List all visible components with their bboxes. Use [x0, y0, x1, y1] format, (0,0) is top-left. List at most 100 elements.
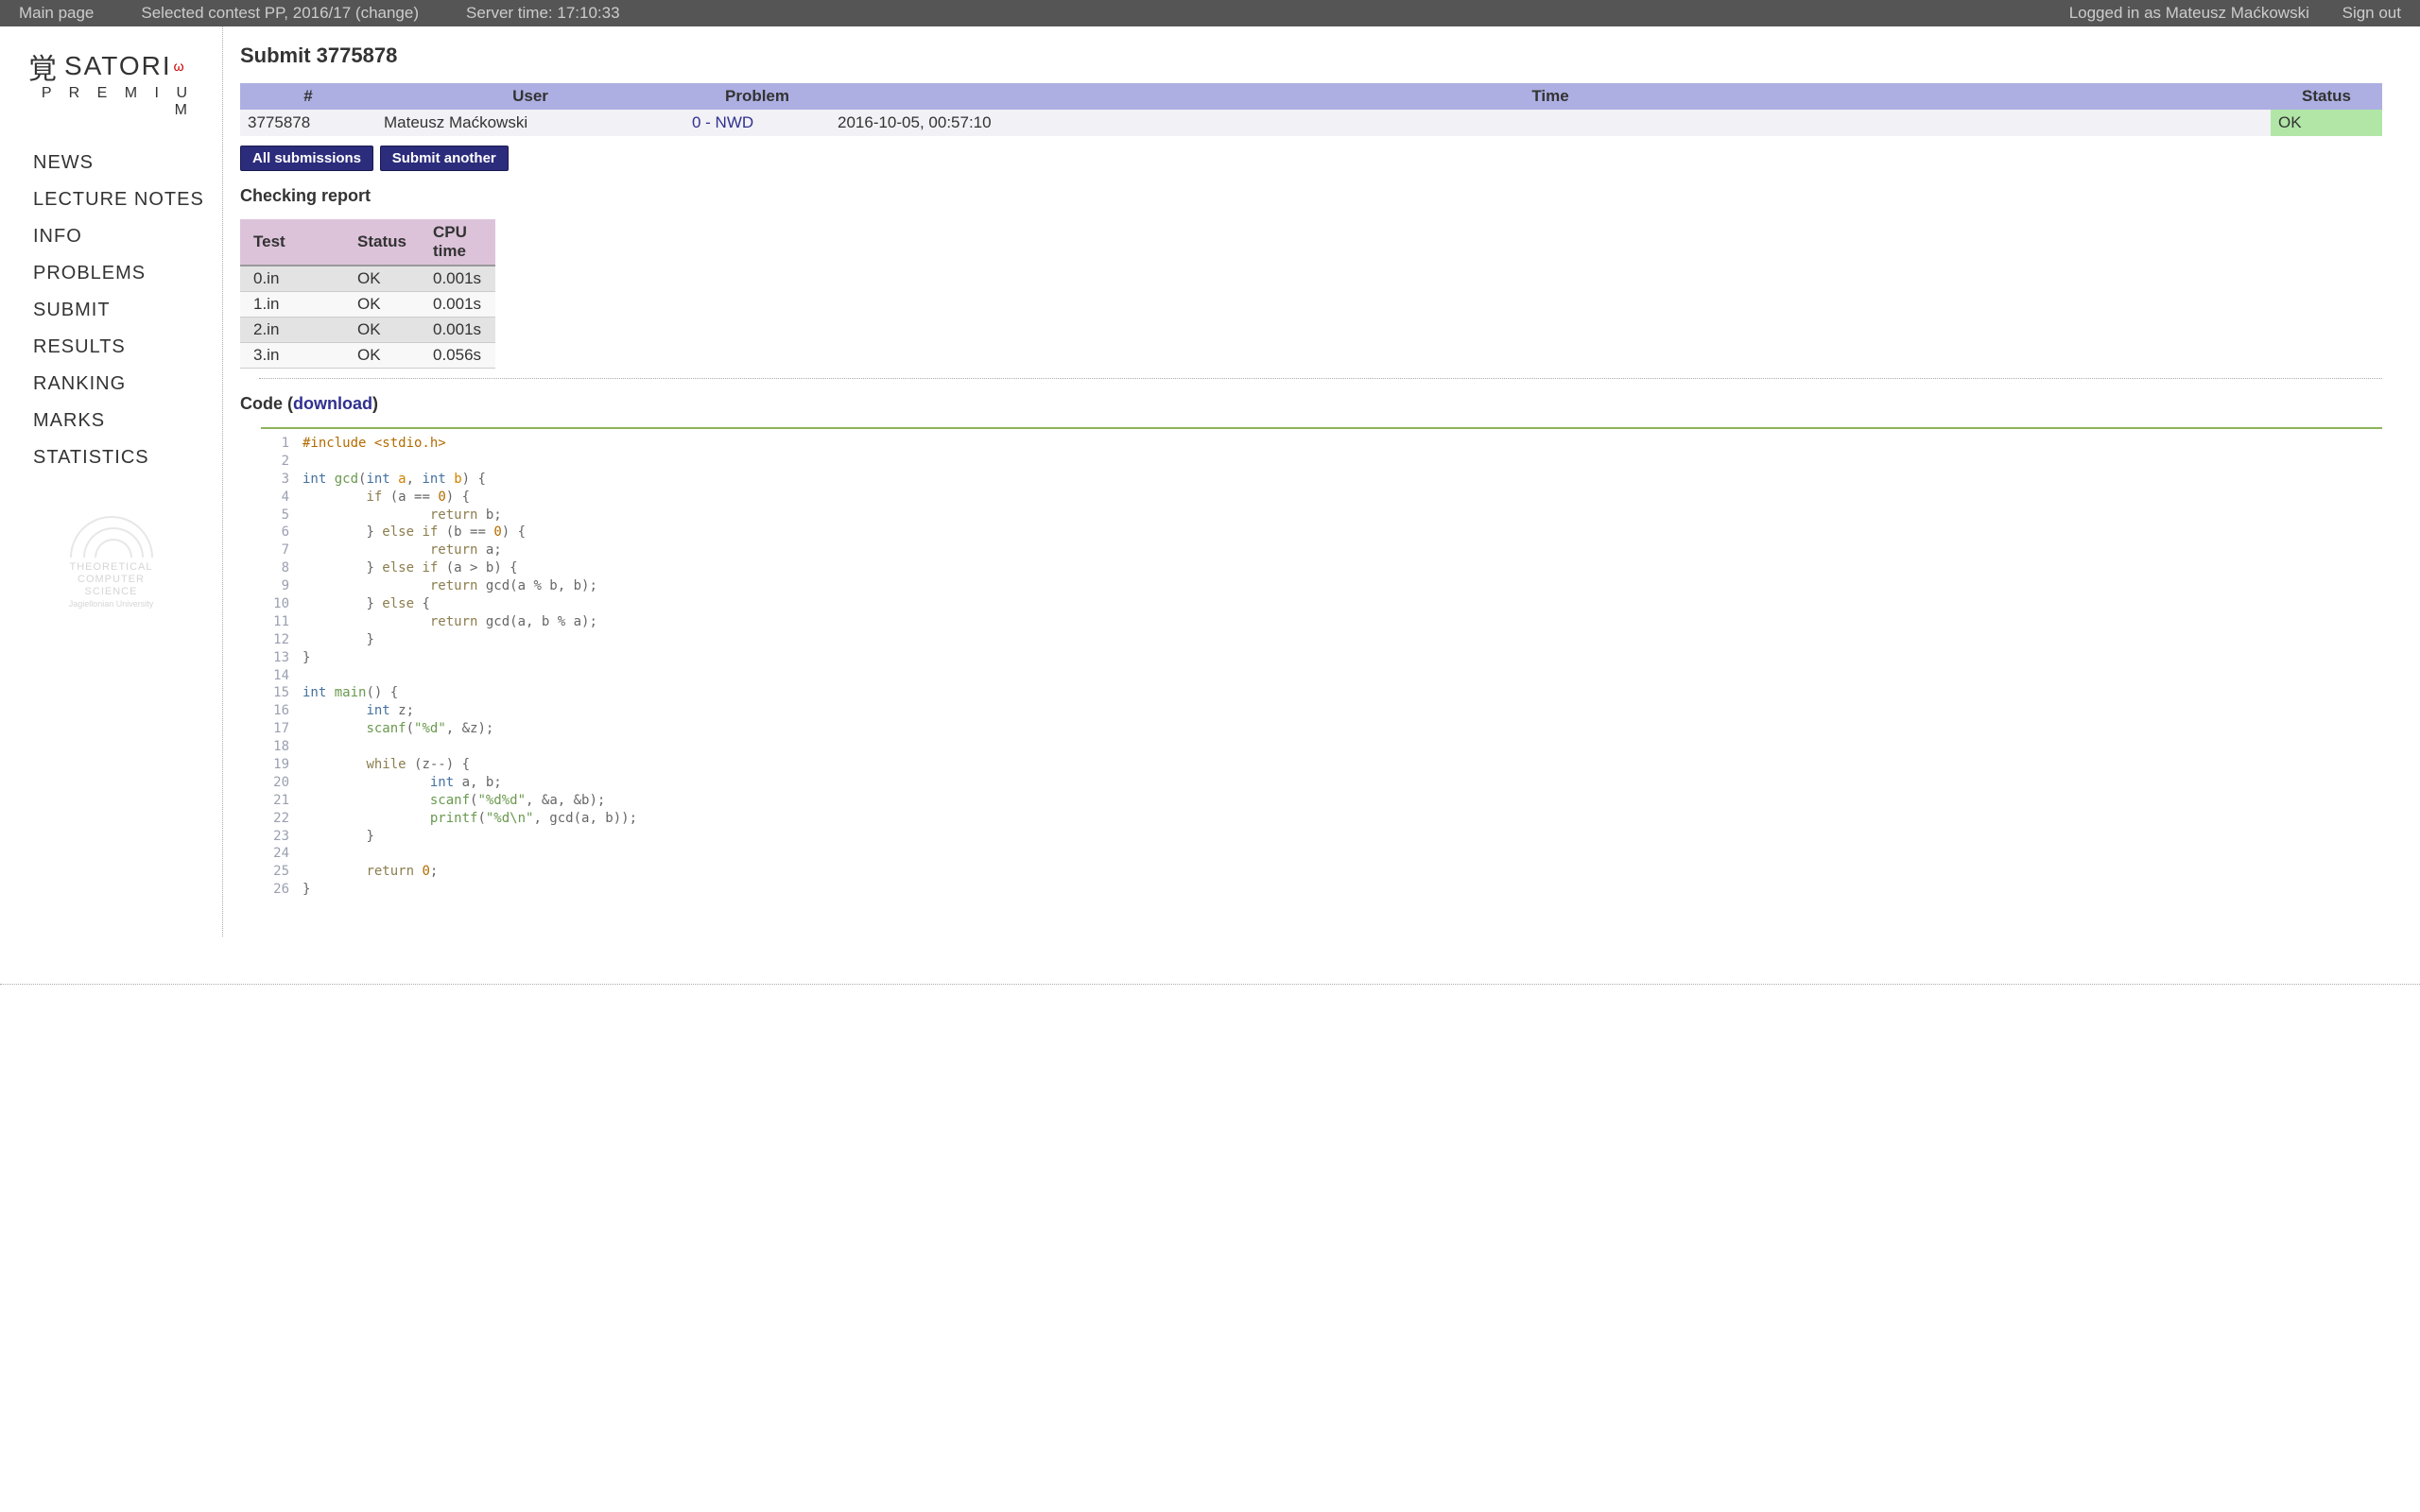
code-line: 11 return gcd(a, b % a);	[261, 613, 2382, 631]
all-submissions-button[interactable]: All submissions	[240, 146, 373, 171]
logo-sup: ω	[174, 59, 186, 74]
cell-id: 3775878	[240, 110, 376, 136]
cell-user: Mateusz Maćkowski	[376, 110, 684, 136]
col-test: Test	[240, 219, 344, 266]
main-page-link[interactable]: Main page	[19, 0, 94, 26]
nav-item-lecture-notes[interactable]: LECTURE NOTES	[33, 189, 204, 210]
nav-item-problems[interactable]: PROBLEMS	[33, 263, 146, 284]
cell-status: OK	[2271, 110, 2382, 136]
report-row: 0.inOK0.001s	[240, 266, 495, 292]
code-line: 22 printf("%d\n", gcd(a, b));	[261, 810, 2382, 828]
code-line: 6 } else if (b == 0) {	[261, 524, 2382, 541]
col-problem: Problem	[684, 83, 830, 110]
code-line: 8 } else if (a > b) {	[261, 559, 2382, 577]
code-line: 16 int z;	[261, 702, 2382, 720]
code-line: 20 int a, b;	[261, 774, 2382, 792]
code-line: 23 }	[261, 828, 2382, 846]
nav-item-marks[interactable]: MARKS	[33, 410, 105, 431]
content: Submit 3775878 # User Problem Time Statu…	[223, 26, 2420, 936]
logged-in-text: Logged in as Mateusz Maćkowski	[2069, 4, 2309, 22]
code-line: 25 return 0;	[261, 863, 2382, 881]
logo-subtitle: P R E M I U M	[28, 85, 194, 119]
line-number: 5	[261, 507, 289, 524]
cell-problem: 0 - NWD	[684, 110, 830, 136]
report-row: 3.inOK0.056s	[240, 343, 495, 369]
contest-link[interactable]: Selected contest PP, 2016/17 (change)	[141, 0, 419, 26]
line-number: 24	[261, 845, 289, 863]
code-line: 5 return b;	[261, 507, 2382, 524]
nav-item-info[interactable]: INFO	[33, 226, 82, 247]
nav-item-news[interactable]: NEWS	[33, 152, 94, 173]
line-number: 3	[261, 471, 289, 489]
line-number: 19	[261, 756, 289, 774]
download-link[interactable]: download	[293, 394, 372, 413]
sidebar: 覚 SATORI ω P R E M I U M NEWS LECTURE NOT…	[0, 26, 223, 936]
sign-out-link[interactable]: Sign out	[2342, 4, 2401, 22]
code-heading: Code (download)	[240, 394, 2382, 414]
code-line: 1#include <stdio.h>	[261, 435, 2382, 453]
code-line: 18	[261, 738, 2382, 756]
page-title: Submit 3775878	[240, 43, 2382, 68]
code-line: 9 return gcd(a % b, b);	[261, 577, 2382, 595]
line-number: 12	[261, 631, 289, 649]
line-number: 20	[261, 774, 289, 792]
line-number: 22	[261, 810, 289, 828]
problem-link[interactable]: 0 - NWD	[692, 113, 753, 131]
line-number: 26	[261, 881, 289, 899]
col-cpu: CPU time	[420, 219, 495, 266]
report-heading: Checking report	[240, 186, 2382, 206]
col-rstatus: Status	[344, 219, 420, 266]
line-number: 11	[261, 613, 289, 631]
line-number: 7	[261, 541, 289, 559]
code-block: 1#include <stdio.h>23int gcd(int a, int …	[261, 427, 2382, 899]
report-row: 1.inOK0.001s	[240, 292, 495, 318]
report-row: 2.inOK0.001s	[240, 318, 495, 343]
line-number: 16	[261, 702, 289, 720]
line-number: 14	[261, 667, 289, 685]
line-number: 23	[261, 828, 289, 846]
code-line: 17 scanf("%d", &z);	[261, 720, 2382, 738]
server-time: Server time: 17:10:33	[466, 0, 620, 26]
top-bar: Main page Selected contest PP, 2016/17 (…	[0, 0, 2420, 26]
tcs-logo[interactable]: THEORETICAL COMPUTER SCIENCE Jagiellonia…	[0, 516, 222, 609]
logo-kanji: 覚	[28, 45, 59, 87]
line-number: 2	[261, 453, 289, 471]
nav-list: NEWS LECTURE NOTES INFO PROBLEMS SUBMIT RESUL…	[0, 138, 222, 469]
footer-border	[0, 984, 2420, 985]
col-status: Status	[2271, 83, 2382, 110]
code-line: 19 while (z--) {	[261, 756, 2382, 774]
cell-time: 2016-10-05, 00:57:10	[830, 110, 2271, 136]
code-line: 13}	[261, 649, 2382, 667]
line-number: 25	[261, 863, 289, 881]
line-number: 4	[261, 489, 289, 507]
code-line: 14	[261, 667, 2382, 685]
col-time: Time	[830, 83, 2271, 110]
logo-brand: SATORI	[64, 51, 172, 81]
line-number: 21	[261, 792, 289, 810]
code-line: 15int main() {	[261, 684, 2382, 702]
code-line: 24	[261, 845, 2382, 863]
nav-item-submit[interactable]: SUBMIT	[33, 300, 111, 320]
code-line: 3int gcd(int a, int b) {	[261, 471, 2382, 489]
line-number: 1	[261, 435, 289, 453]
nav-item-results[interactable]: RESULTS	[33, 336, 126, 357]
nav-item-ranking[interactable]: RANKING	[33, 373, 126, 394]
code-line: 7 return a;	[261, 541, 2382, 559]
nav-item-statistics[interactable]: STATISTICS	[33, 447, 149, 468]
logo[interactable]: 覚 SATORI ω P R E M I U M	[0, 45, 222, 138]
code-line: 2	[261, 453, 2382, 471]
line-number: 15	[261, 684, 289, 702]
code-line: 26}	[261, 881, 2382, 899]
col-id: #	[240, 83, 376, 110]
line-number: 18	[261, 738, 289, 756]
line-number: 6	[261, 524, 289, 541]
code-line: 12 }	[261, 631, 2382, 649]
hr	[259, 378, 2382, 379]
line-number: 10	[261, 595, 289, 613]
line-number: 8	[261, 559, 289, 577]
line-number: 17	[261, 720, 289, 738]
submit-another-button[interactable]: Submit another	[380, 146, 509, 171]
submit-table: # User Problem Time Status 3775878 Mateu…	[240, 83, 2382, 136]
submit-row: 3775878 Mateusz Maćkowski 0 - NWD 2016-1…	[240, 110, 2382, 136]
code-line: 21 scanf("%d%d", &a, &b);	[261, 792, 2382, 810]
